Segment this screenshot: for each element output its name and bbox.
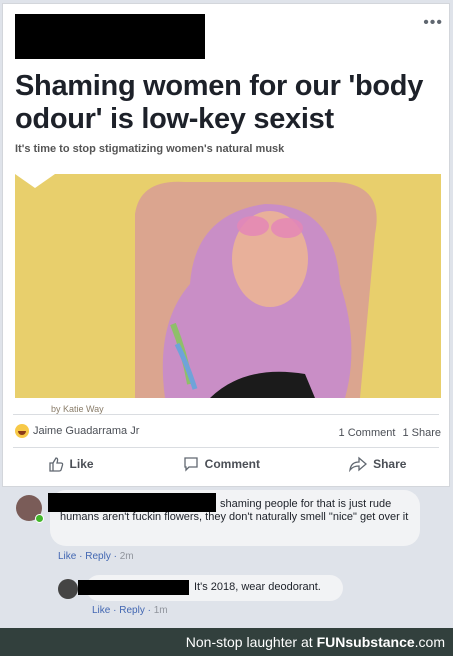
comment-label: Comment: [204, 457, 260, 471]
article-headline: Shaming women for our 'body odour' is lo…: [15, 70, 424, 135]
comment-icon: [184, 457, 198, 472]
comment-button[interactable]: Comment: [183, 456, 260, 472]
divider: [13, 414, 439, 415]
comment-time[interactable]: 2m: [120, 551, 134, 562]
footer-suffix: .com: [414, 634, 445, 650]
watermark-footer: Non-stop laughter at FUNsubstance .com: [0, 628, 453, 656]
footer-brand: FUNsubstance: [316, 634, 415, 650]
online-status-dot: [35, 514, 44, 523]
reply-like-link[interactable]: Like: [92, 605, 110, 616]
woman-photo-illustration: [15, 174, 441, 398]
comment-like-link[interactable]: Like: [58, 551, 76, 562]
comment-count[interactable]: 1 Comment: [339, 427, 396, 439]
redacted-poster-name: [15, 14, 205, 59]
thumbs-up-icon: [48, 457, 63, 472]
share-label: Share: [373, 457, 407, 471]
article-photo: [15, 174, 441, 398]
share-count[interactable]: 1 Share: [402, 427, 441, 439]
reactor-name[interactable]: Jaime Guadarrama Jr: [33, 425, 139, 437]
haha-reaction-icon: [15, 424, 29, 438]
reply-reply-link[interactable]: Reply: [119, 605, 145, 616]
reply-avatar[interactable]: [58, 579, 78, 599]
redacted-replier-name: [78, 580, 189, 595]
engagement-counts: 1 Comment 1 Share: [339, 427, 441, 439]
reply-time[interactable]: 1m: [154, 605, 168, 616]
article-byline: by Katie Way: [51, 404, 104, 414]
share-button[interactable]: Share: [349, 456, 406, 472]
comment-reply-link[interactable]: Reply: [85, 551, 111, 562]
shared-article[interactable]: Shaming women for our 'body odour' is lo…: [13, 66, 443, 414]
share-arrow-icon: [349, 456, 368, 472]
footer-prefix: Non-stop laughter at: [185, 634, 313, 650]
action-bar: Like Comment Share: [3, 456, 451, 472]
like-button[interactable]: Like: [48, 456, 94, 472]
facebook-post: ••• Shaming women for our 'body odour' i…: [2, 3, 450, 487]
redacted-commenter-name: [48, 493, 216, 512]
article-subhead: It's time to stop stigmatizing women's n…: [15, 143, 285, 155]
reaction-summary[interactable]: Jaime Guadarrama Jr: [15, 424, 139, 438]
more-options-icon[interactable]: •••: [423, 14, 443, 32]
like-label: Like: [69, 457, 94, 471]
divider: [13, 447, 439, 448]
comment-actions: Like · Reply · 2m: [58, 551, 134, 562]
reply-actions: Like · Reply · 1m: [92, 605, 168, 616]
